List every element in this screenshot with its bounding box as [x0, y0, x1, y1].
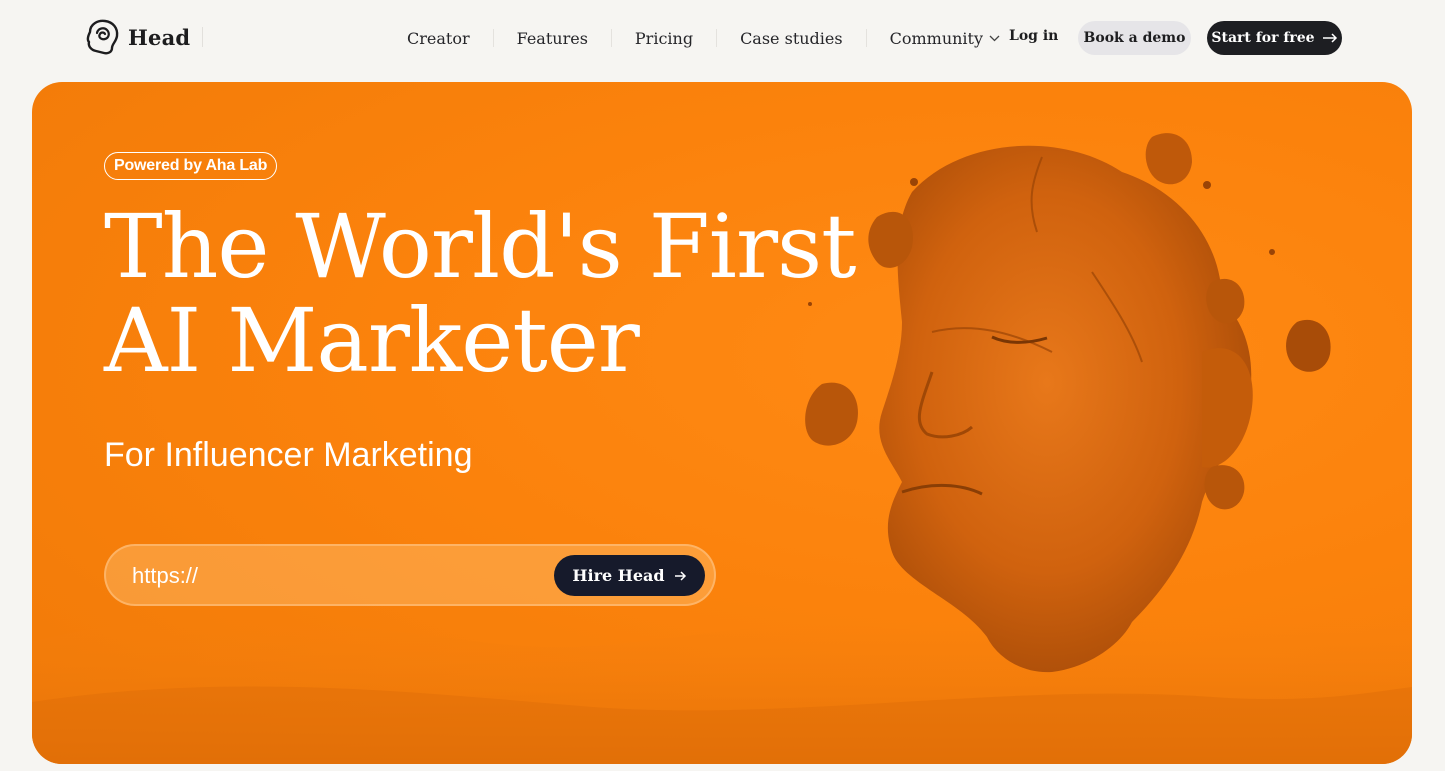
nav-item-label: Creator — [407, 28, 470, 48]
url-input[interactable] — [132, 560, 532, 592]
nav-item-label: Features — [516, 28, 588, 48]
head-logo-icon — [86, 19, 119, 55]
start-free-button[interactable]: Start for free — [1207, 21, 1342, 55]
brand-logo-link[interactable]: Head — [82, 18, 190, 56]
hire-head-label: Hire Head — [572, 566, 665, 585]
login-link[interactable]: Log in — [1009, 28, 1058, 44]
hero-headline: The World's First AI Marketer — [104, 195, 857, 392]
nav-item-community-dropdown[interactable]: Community — [867, 29, 1023, 48]
brand-name: Head — [128, 24, 191, 50]
hero-subheadline: For Influencer Marketing — [104, 436, 473, 474]
chevron-down-icon — [989, 35, 1000, 41]
headline-line-2: AI Marketer — [104, 289, 640, 392]
stone-head-sculpture-image — [32, 133, 1412, 764]
hire-head-button[interactable]: Hire Head — [554, 555, 705, 596]
brand-divider — [202, 27, 203, 47]
nav-item-pricing[interactable]: Pricing — [612, 29, 716, 48]
book-demo-button[interactable]: Book a demo — [1078, 21, 1191, 55]
arrow-right-icon — [674, 570, 686, 581]
headline-line-1: The World's First — [104, 195, 857, 298]
top-navigation: Head Creator Features Pricing Case studi… — [0, 0, 1445, 74]
main-menu: Creator Features Pricing Case studies Co… — [384, 24, 1023, 52]
start-free-label: Start for free — [1211, 30, 1315, 46]
url-form: Hire Head — [104, 544, 716, 606]
nav-item-label: Community — [889, 28, 984, 48]
nav-item-features[interactable]: Features — [494, 29, 611, 48]
arrow-right-icon — [1322, 33, 1337, 43]
nav-item-label: Case studies — [740, 28, 843, 48]
hero-section: Powered by Aha Lab The World's First AI … — [32, 82, 1412, 764]
nav-item-label: Pricing — [634, 28, 694, 48]
powered-by-badge: Powered by Aha Lab — [104, 152, 278, 180]
nav-item-creator[interactable]: Creator — [384, 29, 493, 48]
nav-item-case-studies[interactable]: Case studies — [717, 29, 866, 48]
